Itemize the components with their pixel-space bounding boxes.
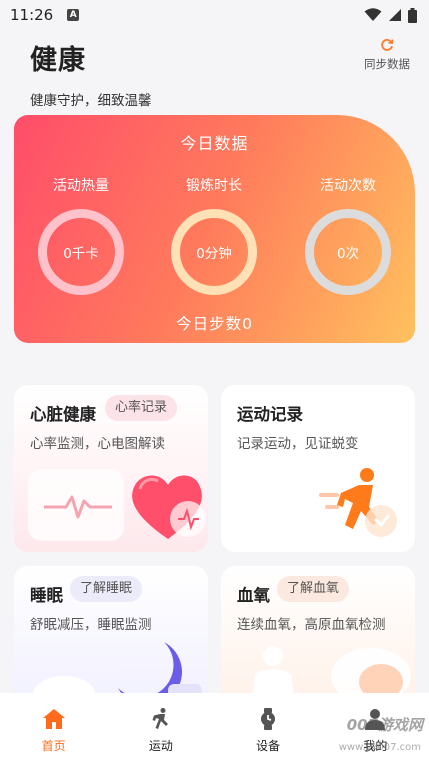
metric-value: 0分钟 <box>196 246 232 262</box>
nav-label: 首页 <box>41 739 66 753</box>
metric-calories: 活动热量 0千卡 <box>26 175 136 295</box>
heart-rate-tag[interactable]: 心率记录 <box>105 395 178 421</box>
nav-device[interactable]: 设备 <box>233 707 303 754</box>
status-time: 11:26 <box>10 6 54 24</box>
card-desc: 舒眠减压，睡眠监测 <box>30 617 152 633</box>
sync-icon <box>381 39 394 51</box>
watermark-url: www.yx007.com <box>338 742 421 753</box>
metric-label: 活动次数 <box>320 178 376 194</box>
status-bar: 11:26 A <box>0 0 429 30</box>
sync-label: 同步数据 <box>364 57 410 71</box>
sleep-card[interactable]: 睡眠 了解睡眠 舒眠减压，睡眠监测 <box>14 566 208 706</box>
metric-value: 0次 <box>336 246 360 262</box>
card-title: 心脏健康 <box>30 405 96 424</box>
watermark-logo: 007游戏网 <box>346 716 423 734</box>
card-desc: 心率监测，心电图解读 <box>30 436 165 452</box>
battery-icon <box>408 7 417 23</box>
learn-sleep-tag[interactable]: 了解睡眠 <box>70 576 143 602</box>
ecg-illustration <box>28 469 206 541</box>
nav-label: 运动 <box>148 739 173 753</box>
today-steps: 今日步数0 <box>176 315 253 333</box>
card-title: 血氧 <box>237 586 270 605</box>
metric-value: 0千卡 <box>63 246 99 262</box>
calories-ring: 0千卡 <box>38 209 124 295</box>
watch-icon <box>261 708 276 730</box>
count-ring: 0次 <box>305 209 391 295</box>
notification-icon: A <box>67 9 80 21</box>
nav-label: 设备 <box>256 739 281 753</box>
card-title: 睡眠 <box>30 586 63 605</box>
page-title: 健康 <box>30 45 86 76</box>
card-desc: 记录运动，见证蜕变 <box>237 436 359 452</box>
blood-oxygen-card[interactable]: 血氧 了解血氧 连续血氧，高原血氧检测 <box>221 566 415 706</box>
today-data-card[interactable]: 今日数据 活动热量 0千卡 锻炼时长 0分钟 活动次数 0次 今日步数0 <box>14 115 415 343</box>
metric-label: 锻炼时长 <box>186 178 242 194</box>
runner-illustration <box>319 468 397 537</box>
wifi-icon <box>364 8 382 21</box>
sync-data-button[interactable]: 同步数据 <box>359 38 415 72</box>
duration-ring: 0分钟 <box>171 209 257 295</box>
home-icon <box>42 709 65 729</box>
metric-duration: 锻炼时长 0分钟 <box>159 175 269 295</box>
learn-spo2-tag[interactable]: 了解血氧 <box>277 576 350 602</box>
runner-icon <box>152 708 168 729</box>
metric-count: 活动次数 0次 <box>293 175 403 295</box>
page-subtitle: 健康守护，细致温馨 <box>30 93 152 109</box>
page-header: 健康 健康守护，细致温馨 <box>30 38 152 109</box>
heart-health-card[interactable]: 心脏健康 心率记录 心率监测，心电图解读 <box>14 385 208 552</box>
metric-label: 活动热量 <box>53 178 109 194</box>
nav-home[interactable]: 首页 <box>19 707 89 754</box>
card-title: 运动记录 <box>237 405 303 424</box>
exercise-record-card[interactable]: 运动记录 记录运动，见证蜕变 <box>221 385 415 552</box>
nav-exercise[interactable]: 运动 <box>126 707 196 754</box>
signal-icon <box>389 9 401 21</box>
today-title: 今日数据 <box>180 134 249 153</box>
card-desc: 连续血氧，高原血氧检测 <box>237 617 386 633</box>
